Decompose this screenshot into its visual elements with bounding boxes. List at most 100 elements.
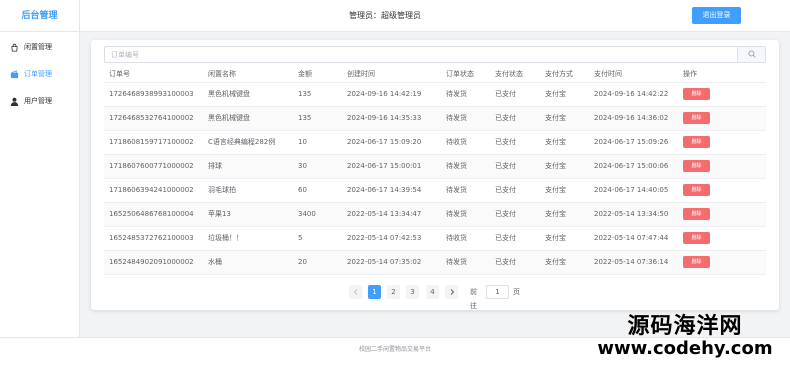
cell-pay-method: 支付宝 xyxy=(540,106,589,131)
cell-item-name: 黑色机械键盘 xyxy=(203,82,293,107)
page-1[interactable]: 1 xyxy=(368,285,381,299)
cell-pay-method: 支付宝 xyxy=(540,250,589,275)
table-row: 1718607600771000002 排球 30 2024-06-17 15:00:… xyxy=(104,154,766,179)
cell-order-status: 待发货 xyxy=(441,154,490,179)
cell-actions: 删除 xyxy=(678,226,766,251)
logout-button[interactable]: 退出登录 xyxy=(692,7,741,24)
sidebar-item-label: 闲置管理 xyxy=(24,43,52,51)
cell-pay-status: 已支付 xyxy=(490,250,540,275)
cell-pay-method: 支付宝 xyxy=(540,154,589,179)
delete-button[interactable]: 删除 xyxy=(683,160,710,172)
delete-button[interactable]: 删除 xyxy=(683,184,710,196)
cell-amount: 20 xyxy=(293,250,342,275)
cell-pay-time: 2022-05-14 07:36:14 xyxy=(589,250,678,275)
cell-order-status: 待发货 xyxy=(441,202,490,227)
cell-pay-time: 2024-06-17 14:40:05 xyxy=(589,178,678,203)
user-icon xyxy=(10,97,19,106)
cell-pay-time: 2024-06-17 15:00:06 xyxy=(589,154,678,179)
delete-button[interactable]: 删除 xyxy=(683,112,710,124)
cell-pay-time: 2022-05-14 07:47:44 xyxy=(589,226,678,251)
sidebar-item-idle[interactable]: 闲置管理 xyxy=(0,34,79,60)
cell-amount: 30 xyxy=(293,154,342,179)
col-header-pay-status: 支付状态 xyxy=(490,67,540,83)
table-row: 1718608159717100002 C语言经典编程282例 10 2024-06-… xyxy=(104,130,766,155)
cell-order-no: 1718607600771000002 xyxy=(104,154,203,179)
cell-order-status: 待发货 xyxy=(441,82,490,107)
goto-page-input[interactable]: 1 xyxy=(486,285,509,299)
sidebar: 闲置管理 订单管理 用户管理 xyxy=(0,32,80,337)
delete-button[interactable]: 删除 xyxy=(683,208,710,220)
cell-order-status: 待收货 xyxy=(441,226,490,251)
bag-icon xyxy=(10,43,19,52)
search-button[interactable] xyxy=(737,47,765,62)
cell-amount: 5 xyxy=(293,226,342,251)
cell-amount: 135 xyxy=(293,82,342,107)
col-header-created: 创建时间 xyxy=(342,67,441,83)
cell-created-time: 2024-09-16 14:42:19 xyxy=(342,82,441,107)
cell-created-time: 2022-05-14 07:35:02 xyxy=(342,250,441,275)
cell-item-name: 黑色机械键盘 xyxy=(203,106,293,131)
cell-order-no: 1718606394241000002 xyxy=(104,178,203,203)
sidebar-item-label: 用户管理 xyxy=(24,97,52,105)
next-page-button[interactable] xyxy=(445,285,458,299)
orders-card: 订单号 闲置名称 金额 创建时间 订单状态 支付状态 支付方式 支付时间 操作 … xyxy=(91,40,779,310)
cell-order-no: 1652485372762100003 xyxy=(104,226,203,251)
table-row: 1726468938993100003 黑色机械键盘 135 2024-09-16 1… xyxy=(104,82,766,107)
cell-order-no: 1652484902091000002 xyxy=(104,250,203,275)
cell-pay-method: 支付宝 xyxy=(540,178,589,203)
delete-button[interactable]: 删除 xyxy=(683,256,710,268)
cell-actions: 删除 xyxy=(678,250,766,275)
page-3[interactable]: 3 xyxy=(406,285,419,299)
table-row: 1652485372762100003 垃圾桶！！ 5 2022-05-14 07:4… xyxy=(104,226,766,251)
cell-created-time: 2024-09-16 14:35:33 xyxy=(342,106,441,131)
cell-item-name: 羽毛球拍 xyxy=(203,178,293,203)
table-row: 1652506486768100004 苹果13 3400 2022-05-14 13… xyxy=(104,202,766,227)
cell-order-status: 待发货 xyxy=(441,178,490,203)
watermark-url: www.codehy.com xyxy=(597,338,773,359)
cell-pay-status: 已支付 xyxy=(490,106,540,131)
col-header-pay-method: 支付方式 xyxy=(540,67,589,83)
cell-order-status: 待发货 xyxy=(441,250,490,275)
chevron-left-icon xyxy=(353,289,357,295)
admin-info: 管理员：超级管理员 xyxy=(349,11,421,20)
search-box xyxy=(104,46,766,63)
watermark: 源码海洋网 www.codehy.com xyxy=(585,315,785,359)
col-header-pay-time: 支付时间 xyxy=(589,67,678,83)
cell-pay-method: 支付宝 xyxy=(540,226,589,251)
delete-button[interactable]: 删除 xyxy=(683,232,710,244)
cell-item-name: 垃圾桶！！ xyxy=(203,226,293,251)
cell-pay-method: 支付宝 xyxy=(540,130,589,155)
cell-pay-time: 2024-09-16 14:36:02 xyxy=(589,106,678,131)
cell-pay-status: 已支付 xyxy=(490,178,540,203)
goto-suffix: 页 xyxy=(513,288,520,296)
cell-amount: 10 xyxy=(293,130,342,155)
cell-pay-status: 已支付 xyxy=(490,226,540,251)
wallet-icon xyxy=(10,69,19,79)
delete-button[interactable]: 删除 xyxy=(683,136,710,148)
prev-page-button[interactable] xyxy=(349,285,362,299)
cell-amount: 135 xyxy=(293,106,342,131)
col-header-order-status: 订单状态 xyxy=(441,67,490,83)
page-4[interactable]: 4 xyxy=(426,285,439,299)
cell-order-no: 1726468938993100003 xyxy=(104,82,203,107)
chevron-right-icon xyxy=(450,289,454,295)
sidebar-item-label: 订单管理 xyxy=(24,70,52,78)
cell-pay-status: 已支付 xyxy=(490,82,540,107)
col-header-amount: 金额 xyxy=(293,67,342,83)
col-header-order-no: 订单号 xyxy=(104,67,203,83)
delete-button[interactable]: 删除 xyxy=(683,88,710,100)
page-2[interactable]: 2 xyxy=(387,285,400,299)
cell-pay-time: 2024-06-17 15:09:26 xyxy=(589,130,678,155)
app-brand: 后台管理 xyxy=(0,0,80,32)
sidebar-item-users[interactable]: 用户管理 xyxy=(0,88,79,114)
cell-pay-time: 2022-05-14 13:34:50 xyxy=(589,202,678,227)
search-input[interactable] xyxy=(105,47,737,62)
table-row: 1652484902091000002 水桶 20 2022-05-14 07:35:… xyxy=(104,250,766,275)
goto-prefix: 前往 xyxy=(470,288,477,310)
cell-created-time: 2024-06-17 14:39:54 xyxy=(342,178,441,203)
cell-order-status: 待收货 xyxy=(441,130,490,155)
cell-created-time: 2024-06-17 15:00:01 xyxy=(342,154,441,179)
cell-actions: 删除 xyxy=(678,130,766,155)
cell-amount: 3400 xyxy=(293,202,342,227)
sidebar-item-orders[interactable]: 订单管理 xyxy=(0,61,79,87)
